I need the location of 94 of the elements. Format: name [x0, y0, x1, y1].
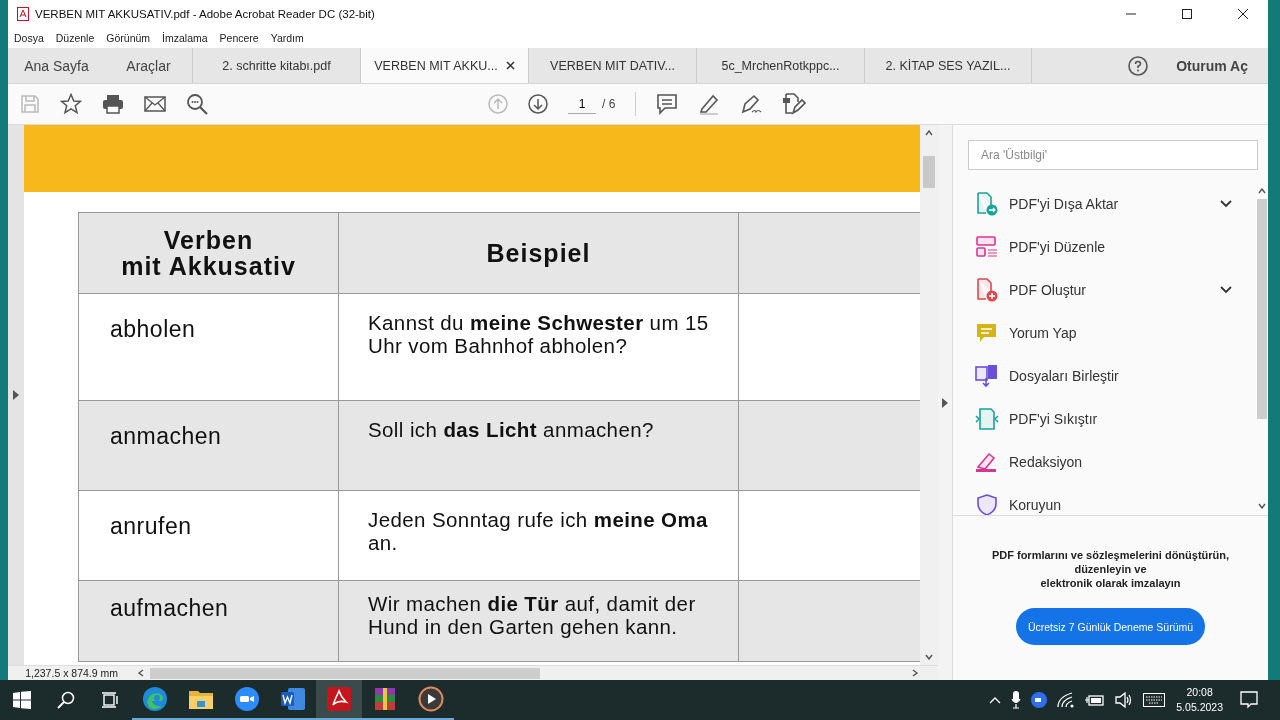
- search-field[interactable]: Ara 'Üstbilgi': [968, 140, 1258, 170]
- table-header: Beispiel: [339, 213, 739, 293]
- tool-item[interactable]: Koruyun: [975, 483, 1256, 515]
- page-size-label: 1,237.5 x 874.9 mm: [24, 667, 119, 679]
- file-add-icon: [975, 277, 999, 302]
- table-cell: Kannst du meine Schwester um 15 Uhr vom Bahnhof abholen?: [339, 294, 739, 400]
- expand-left-panel-icon[interactable]: [13, 390, 19, 400]
- table-cell: abholen: [79, 294, 339, 400]
- microphone-icon[interactable]: [1011, 691, 1022, 709]
- file-compress-icon: [975, 407, 999, 430]
- close-icon[interactable]: [1237, 8, 1249, 20]
- table-cell: Wir machen die Tür auf, damit der Hund in den Garten gehen kann.: [339, 581, 739, 661]
- sign-in-button[interactable]: Oturum Aç: [1166, 48, 1268, 83]
- pdf-file-icon: [17, 7, 29, 21]
- archive-icon: [373, 687, 397, 711]
- video-camera-icon: [234, 686, 260, 712]
- comment-icon[interactable]: [656, 93, 679, 115]
- window-title: VERBEN MIT AKKUSATIV.pdf - Adobe Acrobat Reader DC (32-bit): [35, 8, 375, 20]
- pdf-icon: [327, 687, 351, 711]
- tab[interactable]: Araçlar: [105, 48, 192, 83]
- maximize-icon[interactable]: [1181, 8, 1193, 20]
- chevron-down-icon[interactable]: [1220, 285, 1232, 294]
- pen-sign-icon[interactable]: [740, 93, 763, 115]
- table-cell: Jeden Sonntag rufe ich meine Oma an.: [339, 491, 739, 580]
- taskbar-button[interactable]: [316, 680, 362, 720]
- tool-item[interactable]: Yorum Yap: [975, 311, 1256, 354]
- document-icon: [280, 687, 306, 711]
- table-cell: Soll ich das Licht anmachen?: [339, 401, 739, 490]
- clock-date[interactable]: 5.05.2023: [1176, 700, 1223, 715]
- windows-start-icon[interactable]: [13, 691, 31, 709]
- battery-icon[interactable]: [1085, 693, 1106, 707]
- browser-icon: [142, 686, 168, 712]
- tool-item[interactable]: PDF'yi Dışa Aktar: [975, 182, 1256, 225]
- tool-item[interactable]: PDF Oluştur: [975, 268, 1256, 311]
- notification-icon[interactable]: [1240, 691, 1258, 709]
- keyboard-icon[interactable]: [1143, 693, 1166, 707]
- highlighter-icon[interactable]: [698, 93, 721, 115]
- shield-icon: [975, 493, 999, 515]
- collapse-right-panel-icon[interactable]: [942, 397, 948, 408]
- table-cell: anmachen: [79, 401, 339, 490]
- mail-icon[interactable]: [144, 96, 166, 112]
- menu-item[interactable]: Dosya: [14, 32, 44, 44]
- print-icon[interactable]: [102, 94, 124, 114]
- trial-button[interactable]: Ücretsiz 7 Günlük Deneme Sürümü: [1015, 608, 1206, 645]
- page-count: / 6: [602, 97, 616, 111]
- menu-item[interactable]: İmzalama: [162, 32, 208, 44]
- tab[interactable]: 5c_MrchenRotkppc...: [696, 48, 864, 83]
- star-icon[interactable]: [60, 93, 82, 115]
- scroll-right-icon[interactable]: [912, 669, 918, 677]
- tab[interactable]: VERBEN MIT DATIV...: [528, 48, 696, 83]
- menu-item[interactable]: Yardım: [270, 32, 304, 44]
- file-export-icon: [975, 191, 999, 216]
- tool-item[interactable]: Dosyaları Birleştir: [975, 354, 1256, 397]
- clock-time[interactable]: 20:08: [1186, 685, 1213, 700]
- search-icon[interactable]: [57, 691, 75, 709]
- close-tab-icon[interactable]: [505, 61, 515, 70]
- scroll-down-icon[interactable]: [925, 654, 933, 660]
- table-cell: aufmachen: [79, 581, 339, 661]
- speaker-icon[interactable]: [1115, 692, 1134, 708]
- menu-item[interactable]: Pencere: [219, 32, 259, 44]
- table-header: Verben mit Akkusativ: [79, 213, 339, 293]
- marker-icon: [975, 451, 999, 472]
- play-icon: [418, 686, 444, 712]
- menu-item[interactable]: Düzenle: [55, 32, 95, 44]
- scroll-up-icon[interactable]: [1258, 188, 1266, 194]
- tool-item[interactable]: Redaksiyon: [975, 440, 1256, 483]
- scroll-left-icon[interactable]: [138, 669, 144, 677]
- files-merge-icon: [975, 363, 999, 388]
- layout-edit-icon: [975, 235, 999, 258]
- chevron-down-icon[interactable]: [1220, 199, 1232, 208]
- scrollbar-thumb[interactable]: [150, 667, 540, 679]
- tool-item[interactable]: PDF'yi Düzenle: [975, 225, 1256, 268]
- next-page-icon[interactable]: [528, 94, 548, 114]
- table-cell: anrufen: [79, 491, 339, 580]
- video-call-icon[interactable]: [1031, 692, 1048, 708]
- scrollbar-thumb[interactable]: [923, 156, 935, 188]
- page-number-field[interactable]: 1: [568, 94, 596, 114]
- scroll-up-icon[interactable]: [925, 130, 933, 136]
- fill-sign-icon[interactable]: [782, 93, 807, 115]
- task-view-icon[interactable]: [101, 692, 119, 708]
- chevron-up-icon[interactable]: [989, 696, 1002, 704]
- comment-icon: [975, 321, 999, 344]
- search-icon[interactable]: [186, 93, 208, 115]
- tool-item[interactable]: PDF'yi Sıkıştır: [975, 397, 1256, 440]
- tab[interactable]: VERBEN MIT AKKU...: [360, 48, 528, 83]
- tab[interactable]: Ana Sayfa: [8, 48, 105, 83]
- folder-icon: [188, 688, 214, 710]
- promo-text: PDF formlarını ve sözleşmelerini dönüştürün, düzenleyin ve elektronik olarak imzalayın: [991, 548, 1230, 590]
- scrollbar-thumb[interactable]: [1257, 199, 1267, 419]
- help-icon[interactable]: [1128, 55, 1149, 76]
- scroll-down-icon[interactable]: [1258, 503, 1266, 509]
- tab[interactable]: 2. KİTAP SES YAZIL...: [864, 48, 1032, 83]
- wifi-icon[interactable]: [1057, 692, 1076, 708]
- menu-item[interactable]: Görünüm: [106, 32, 151, 44]
